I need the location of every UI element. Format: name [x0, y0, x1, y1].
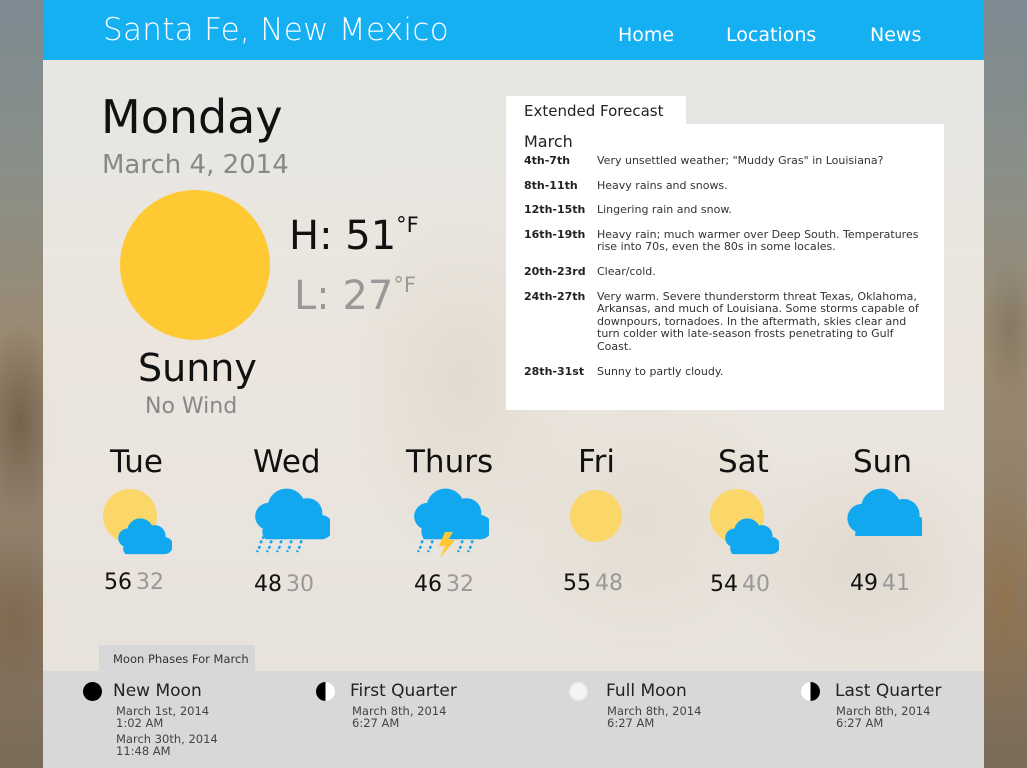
today-day: Monday — [101, 90, 283, 144]
extended-row-description: Lingering rain and snow. — [597, 203, 732, 217]
extended-rows: 4th-7th Very unsettled weather; "Muddy Gr… — [524, 154, 926, 379]
partly-cloudy-icon — [709, 488, 781, 562]
forecast-high: 46 — [414, 572, 442, 597]
extended-row: 16th-19th Heavy rain; much warmer over De… — [524, 227, 926, 254]
moon-phase-date: 6:27 AM — [352, 716, 400, 730]
today-high-unit: °F — [396, 213, 419, 237]
today-low: L: 27°F — [294, 273, 416, 319]
extended-row-range: 16th-19th — [524, 227, 586, 241]
partly-cloudy-icon — [102, 488, 174, 562]
today-wind: No Wind — [145, 394, 238, 419]
moon-phase-date: 1:02 AM — [116, 716, 164, 730]
extended-row: 24th-27th Very warm. Severe thunderstorm … — [524, 289, 926, 354]
nav-locations[interactable]: Locations — [726, 24, 816, 46]
first-quarter-moon-icon — [316, 682, 335, 701]
today-date: March 4, 2014 — [102, 150, 289, 180]
forecast-temps: 56 32 — [104, 570, 164, 595]
forecast-temps: 54 40 — [710, 572, 770, 597]
moon-phase-date: 11:48 AM — [116, 744, 171, 758]
extended-month: March — [524, 132, 573, 151]
top-bar: Santa Fe, New Mexico Home Locations News — [43, 0, 984, 60]
extended-row-description: Very warm. Severe thunderstorm threat Te… — [597, 289, 919, 353]
extended-row-range: 24th-27th — [524, 289, 586, 303]
moon-phase-name: First Quarter — [350, 681, 457, 701]
today-high: H: 51°F — [289, 213, 419, 259]
full-moon-icon — [569, 682, 588, 701]
extended-row: 28th-31st Sunny to partly cloudy. — [524, 364, 926, 379]
extended-row-range: 8th-11th — [524, 178, 578, 192]
sun-icon — [566, 486, 626, 550]
cloud-icon — [842, 486, 932, 544]
forecast-low: 41 — [882, 571, 910, 596]
extended-row-range: 12th-15th — [524, 203, 586, 217]
forecast-temps: 48 30 — [254, 572, 314, 597]
nav-news[interactable]: News — [870, 24, 921, 46]
extended-row-range: 20th-23rd — [524, 264, 586, 278]
extended-row-description: Heavy rains and snows. — [597, 178, 728, 192]
city-title: Santa Fe, New Mexico — [103, 12, 449, 48]
extended-row-description: Heavy rain; much warmer over Deep South.… — [597, 227, 919, 254]
forecast-low: 48 — [595, 571, 623, 596]
nav-home[interactable]: Home — [618, 24, 674, 46]
forecast-low: 40 — [742, 572, 770, 597]
today-low-unit: °F — [393, 273, 416, 297]
forecast-low: 30 — [286, 572, 314, 597]
extended-row-range: 28th-31st — [524, 364, 585, 378]
moon-phase-name: Full Moon — [606, 681, 687, 701]
forecast-low: 32 — [136, 570, 164, 595]
forecast-day-fri: Fri — [578, 444, 615, 480]
forecast-low: 32 — [446, 572, 474, 597]
forecast-day-sun: Sun — [853, 444, 912, 480]
extended-row: 20th-23rd Clear/cold. — [524, 264, 926, 279]
today-low-value: L: 27 — [294, 273, 394, 319]
rain-cloud-icon — [250, 488, 334, 562]
forecast-temps: 46 32 — [414, 572, 474, 597]
forecast-high: 56 — [104, 570, 132, 595]
forecast-day-sat: Sat — [718, 444, 769, 480]
forecast-temps: 55 48 — [563, 571, 623, 596]
forecast-high: 54 — [710, 572, 738, 597]
extended-forecast-tab[interactable]: Extended Forecast — [506, 96, 686, 126]
moon-phase-date: 6:27 AM — [836, 716, 884, 730]
moon-phase-name: New Moon — [113, 681, 202, 701]
thunderstorm-icon — [409, 488, 493, 564]
sun-icon — [120, 190, 270, 340]
forecast-high: 55 — [563, 571, 591, 596]
moon-phases-tab[interactable]: Moon Phases For March — [99, 645, 255, 672]
extended-row: 8th-11th Heavy rains and snows. — [524, 178, 926, 193]
forecast-temps: 49 41 — [850, 571, 910, 596]
extended-row-range: 4th-7th — [524, 154, 571, 167]
extended-row-description: Clear/cold. — [597, 264, 656, 278]
forecast-day-tue: Tue — [110, 444, 163, 480]
forecast-day-wed: Wed — [253, 444, 321, 480]
moon-phase-date: 6:27 AM — [607, 716, 655, 730]
new-moon-icon — [83, 682, 102, 701]
forecast-high: 48 — [254, 572, 282, 597]
forecast-day-thurs: Thurs — [406, 444, 494, 480]
forecast-high: 49 — [850, 571, 878, 596]
today-high-value: H: 51 — [289, 213, 397, 259]
today-condition: Sunny — [138, 346, 257, 390]
extended-row: 4th-7th Very unsettled weather; "Muddy Gr… — [524, 154, 926, 168]
extended-row: 12th-15th Lingering rain and snow. — [524, 204, 926, 217]
moon-phase-name: Last Quarter — [835, 681, 942, 701]
extended-row-description: Sunny to partly cloudy. — [597, 364, 724, 378]
last-quarter-moon-icon — [801, 682, 820, 701]
extended-row-description: Very unsettled weather; "Muddy Gras" in … — [597, 154, 884, 167]
extended-forecast-panel: March 4th-7th Very unsettled weather; "Mu… — [506, 124, 944, 410]
